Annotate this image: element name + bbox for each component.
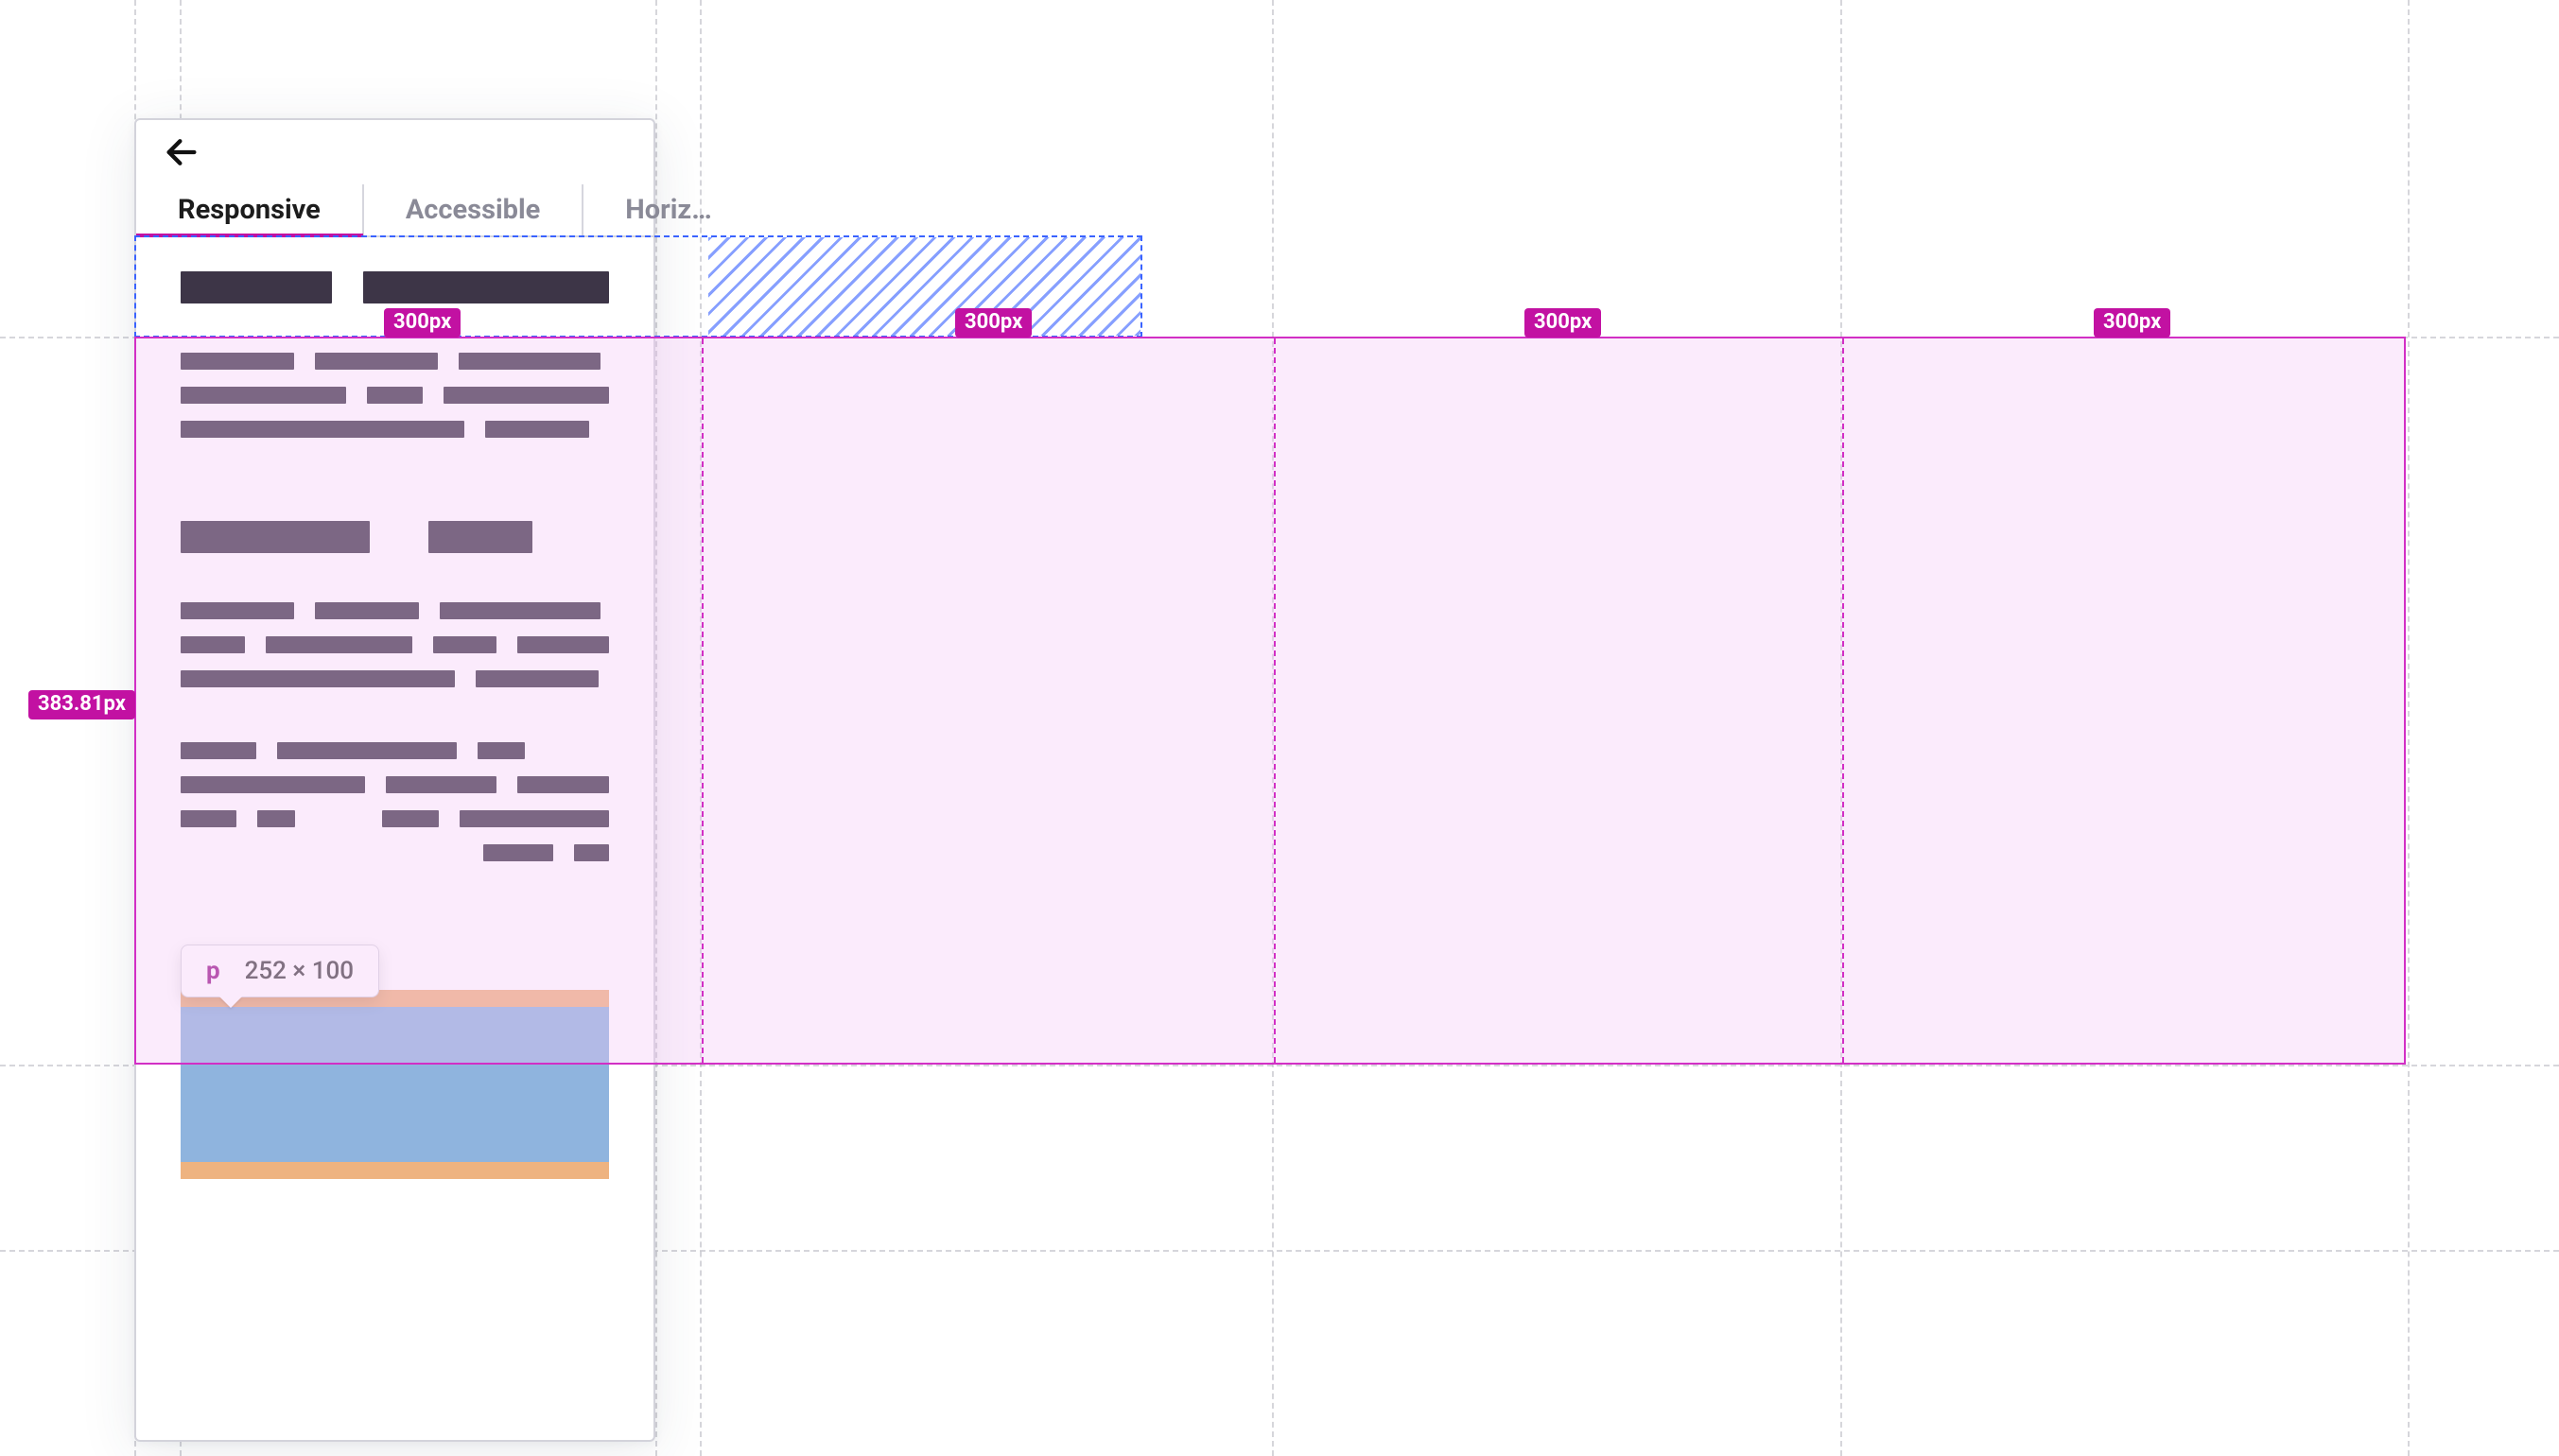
vertical-guide [2408, 0, 2410, 1456]
text-row [181, 844, 609, 861]
tab-label: Accessible [406, 194, 540, 226]
selection-divider [1842, 338, 1844, 1063]
text-row [181, 670, 609, 687]
text-row [181, 810, 609, 827]
width-measurement-chip: 300px [1524, 308, 1601, 338]
text-row [181, 636, 609, 653]
text-row [181, 353, 609, 370]
tab-accessible[interactable]: Accessible [364, 184, 583, 235]
selection-divider [702, 338, 704, 1063]
vertical-guide [1840, 0, 1842, 1456]
tab-underline [136, 234, 363, 237]
content-area [181, 271, 609, 878]
tab-horizontal[interactable]: Horiz… [583, 184, 753, 235]
heading-row [181, 521, 609, 553]
tab-label: Responsive [178, 194, 321, 226]
heading-row [181, 271, 609, 303]
inspector-tooltip: p 252 × 100 [181, 945, 379, 997]
text-row [181, 421, 609, 438]
inspector-tag: p [206, 957, 220, 985]
device-frame: Responsive Accessible Horiz… [134, 118, 655, 1442]
height-measurement-chip: 383.81px [28, 690, 135, 719]
width-measurement-chip: 300px [2094, 308, 2170, 338]
text-row [181, 742, 609, 759]
text-row [181, 602, 609, 619]
inspector-dims: 252 × 100 [245, 957, 354, 985]
width-measurement-chip: 300px [955, 308, 1032, 338]
box-model-highlight [181, 990, 609, 1179]
device-header [136, 120, 653, 184]
selection-divider [1274, 338, 1276, 1063]
tabs-row: Responsive Accessible Horiz… [136, 184, 653, 237]
vertical-guide [1272, 0, 1274, 1456]
tab-label: Horiz… [625, 194, 711, 226]
text-row [181, 776, 609, 793]
tab-responsive[interactable]: Responsive [136, 184, 364, 235]
text-row [181, 387, 609, 404]
overflow-stripes [708, 237, 1140, 336]
back-arrow-icon[interactable] [163, 133, 200, 171]
